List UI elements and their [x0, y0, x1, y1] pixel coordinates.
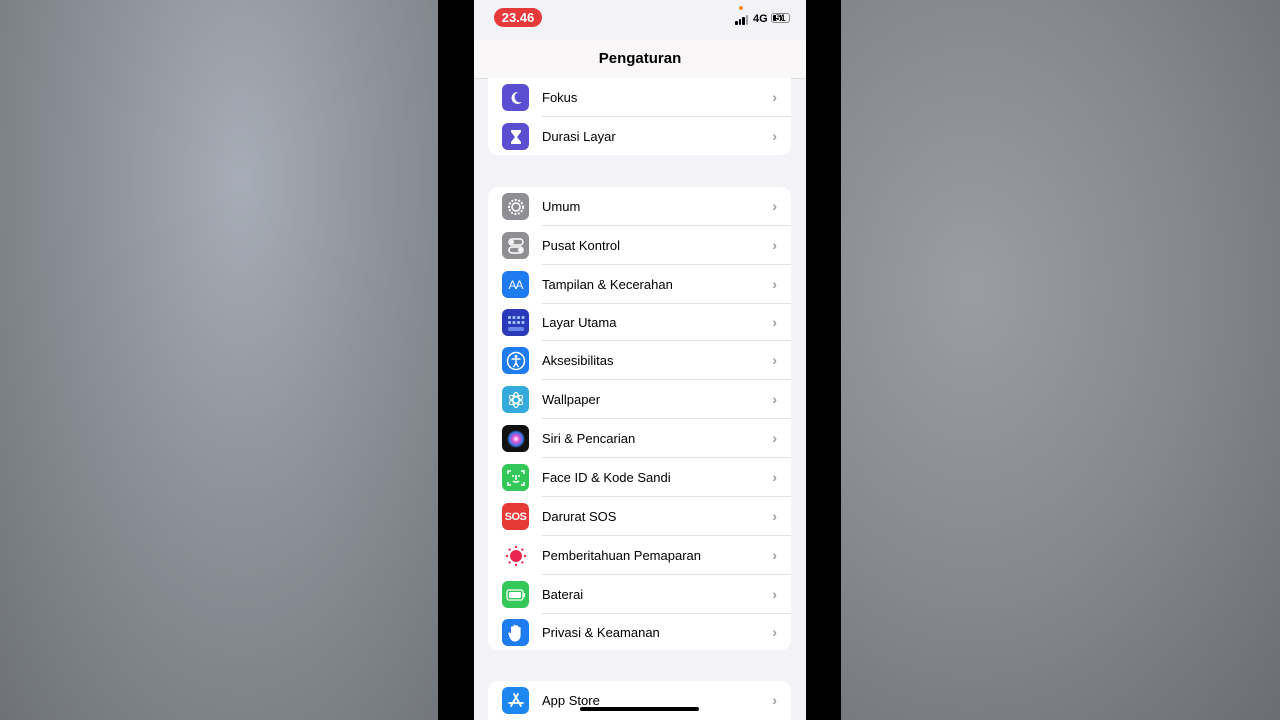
- flower-icon: [502, 386, 529, 413]
- settings-row-aksesibilitas[interactable]: Aksesibilitas ›: [488, 341, 791, 380]
- battery-level: 51: [775, 13, 786, 23]
- chevron-right-icon: ›: [772, 276, 777, 292]
- settings-row-label: Umum: [542, 199, 581, 214]
- phone-bezel-right: [806, 0, 841, 720]
- settings-row-durasi-layar[interactable]: Durasi Layar ›: [488, 117, 791, 155]
- settings-row-label: Tampilan & Kecerahan: [542, 277, 673, 292]
- settings-row-label: Privasi & Keamanan: [542, 625, 660, 640]
- accessibility-icon: [502, 347, 529, 374]
- text-size-glyph: AA: [508, 277, 523, 292]
- status-bar: 23.46 4G 51: [474, 0, 806, 40]
- settings-group-store: App Store ›: [488, 681, 791, 720]
- settings-row-face-id[interactable]: Face ID & Kode Sandi ›: [488, 458, 791, 497]
- settings-row-baterai[interactable]: Baterai ›: [488, 575, 791, 614]
- app-store-icon: [502, 687, 529, 714]
- phone-bezel-left: [438, 0, 474, 720]
- exposure-icon: [502, 542, 529, 569]
- chevron-right-icon: ›: [772, 469, 777, 485]
- cellular-signal-icon: [735, 14, 749, 25]
- privacy-indicator-dot: [739, 6, 743, 10]
- chevron-right-icon: ›: [772, 198, 777, 214]
- navigation-bar: Pengaturan: [474, 40, 806, 79]
- settings-row-layar-utama[interactable]: Layar Utama ›: [488, 304, 791, 341]
- chevron-right-icon: ›: [772, 237, 777, 253]
- settings-row-label: Fokus: [542, 90, 578, 105]
- sos-label: SOS: [504, 510, 527, 523]
- text-size-icon: AA: [502, 271, 529, 298]
- settings-row-fokus[interactable]: Fokus ›: [488, 78, 791, 117]
- phone-screen: 23.46 4G 51 Pengaturan Fokus › Durasi La…: [474, 0, 806, 720]
- settings-row-privasi[interactable]: Privasi & Keamanan ›: [488, 614, 791, 650]
- sos-icon: SOS: [502, 503, 529, 530]
- toggles-icon: [502, 232, 529, 259]
- settings-row-label: Aksesibilitas: [542, 353, 614, 368]
- settings-row-label: Pemberitahuan Pemaparan: [542, 548, 701, 563]
- hand-icon: [502, 619, 529, 646]
- settings-row-pemberitahuan-pemaparan[interactable]: Pemberitahuan Pemaparan ›: [488, 536, 791, 575]
- battery-status-icon: 51: [771, 13, 790, 23]
- settings-row-pusat-kontrol[interactable]: Pusat Kontrol ›: [488, 226, 791, 265]
- settings-row-wallpaper[interactable]: Wallpaper ›: [488, 380, 791, 419]
- chevron-right-icon: ›: [772, 430, 777, 446]
- background-right: [841, 0, 1280, 720]
- chevron-right-icon: ›: [772, 89, 777, 105]
- gear-icon: [502, 193, 529, 220]
- settings-row-label: Wallpaper: [542, 392, 601, 407]
- settings-row-tampilan[interactable]: AA Tampilan & Kecerahan ›: [488, 265, 791, 304]
- siri-icon: [502, 425, 529, 452]
- chevron-right-icon: ›: [772, 314, 777, 330]
- status-time[interactable]: 23.46: [494, 8, 542, 27]
- chevron-right-icon: ›: [772, 547, 777, 563]
- battery-icon: [502, 581, 529, 608]
- chevron-right-icon: ›: [772, 624, 777, 640]
- settings-row-siri[interactable]: Siri & Pencarian ›: [488, 419, 791, 458]
- settings-row-umum[interactable]: Umum ›: [488, 187, 791, 226]
- page-title: Pengaturan: [598, 50, 682, 67]
- chevron-right-icon: ›: [772, 128, 777, 144]
- home-grid-icon: [502, 309, 529, 336]
- hourglass-icon: [502, 123, 529, 150]
- chevron-right-icon: ›: [772, 586, 777, 602]
- chevron-right-icon: ›: [772, 692, 777, 708]
- background-left: [0, 0, 438, 720]
- settings-group-focus: Fokus › Durasi Layar ›: [488, 78, 791, 155]
- settings-row-app-store[interactable]: App Store ›: [488, 681, 791, 720]
- chevron-right-icon: ›: [772, 508, 777, 524]
- settings-row-darurat-sos[interactable]: SOS Darurat SOS ›: [488, 497, 791, 536]
- settings-row-label: Face ID & Kode Sandi: [542, 470, 671, 485]
- settings-row-label: App Store: [542, 693, 600, 708]
- chevron-right-icon: ›: [772, 391, 777, 407]
- network-type: 4G: [753, 13, 768, 25]
- settings-row-label: Pusat Kontrol: [542, 238, 621, 253]
- settings-row-label: Darurat SOS: [542, 509, 617, 524]
- moon-icon: [502, 84, 529, 111]
- chevron-right-icon: ›: [772, 352, 777, 368]
- home-indicator[interactable]: [580, 707, 699, 711]
- settings-row-label: Durasi Layar: [542, 129, 616, 144]
- settings-row-label: Baterai: [542, 587, 584, 602]
- settings-group-general: Umum › Pusat Kontrol › AA Tampilan & Kec…: [488, 187, 791, 650]
- settings-row-label: Siri & Pencarian: [542, 431, 636, 446]
- settings-row-label: Layar Utama: [542, 315, 617, 330]
- face-id-icon: [502, 464, 529, 491]
